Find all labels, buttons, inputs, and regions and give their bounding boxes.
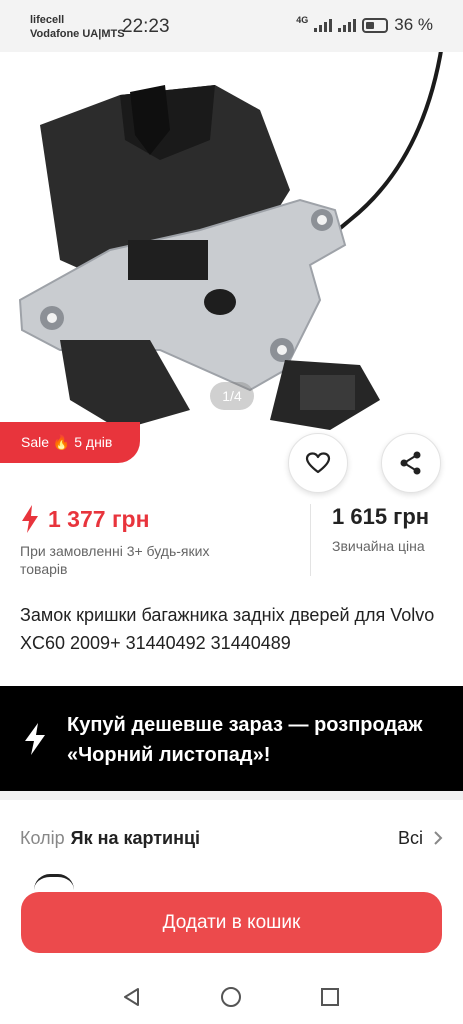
wishlist-button[interactable] [288,433,348,493]
regular-price-note: Звичайна ціна [332,538,425,554]
lightning-icon [22,505,38,533]
carrier-primary: lifecell [30,14,65,26]
nav-recents-icon[interactable] [319,986,341,1008]
sale-price-row: 1 377 грн [20,504,300,534]
product-title: Замок кришки багажника задніх дверей для… [20,605,435,653]
back-button[interactable] [20,66,52,98]
battery-level: 36 % [394,15,433,34]
chevron-right-icon [434,831,443,845]
color-label: Колір [20,827,65,848]
arrow-left-icon [24,71,48,93]
status-time: 22:23 [122,16,170,37]
network-type: 4G [296,15,309,25]
product-image-gallery[interactable]: 1/4 [0,0,463,470]
signal-icon [314,18,333,32]
color-selector-row[interactable]: Колір Як на картинці Всі [20,826,443,850]
sale-price: 1 377 грн [48,505,150,532]
share-icon [400,451,421,475]
sale-price-note: При замовленні 3+ будь-яких товарів [20,543,210,577]
sale-price-block: 1 377 грн При замовленні 3+ будь-яких то… [20,504,300,578]
status-bar: lifecell Vodafone UA|MTS 22:23 4G 36 % [0,0,463,52]
regular-price: 1 615 грн [332,504,430,529]
signal-icon-2 [338,18,357,32]
promo-banner[interactable]: Купуй дешевше зараз — розпродаж «Чорний … [0,686,463,791]
heart-icon [305,452,331,474]
color-swatch[interactable] [34,874,74,890]
carrier-secondary: Vodafone UA|MTS [30,28,125,40]
nav-back-icon[interactable] [121,986,143,1008]
all-variants-link[interactable]: Всі [398,828,443,849]
promo-text: Купуй дешевше зараз — розпродаж «Чорний … [67,714,423,766]
lightning-icon [25,723,45,755]
all-variants-label: Всі [397,827,423,848]
battery-icon [362,17,389,33]
system-nav-bar [0,966,463,1024]
section-divider [0,791,463,800]
share-button[interactable] [381,433,441,493]
regular-price-block: 1 615 грн Звичайна ціна [332,504,452,554]
sale-badge: Sale 🔥 5 днів [0,422,140,463]
status-icons: 4G 36 % [296,15,433,35]
price-divider [310,504,311,576]
image-pager: 1/4 [210,382,254,410]
color-value: Як на картинці [70,827,201,848]
carrier-info: lifecell Vodafone UA|MTS [30,13,125,41]
nav-home-icon[interactable] [220,986,242,1008]
add-to-cart-button[interactable]: Додати в кошик [21,892,442,953]
